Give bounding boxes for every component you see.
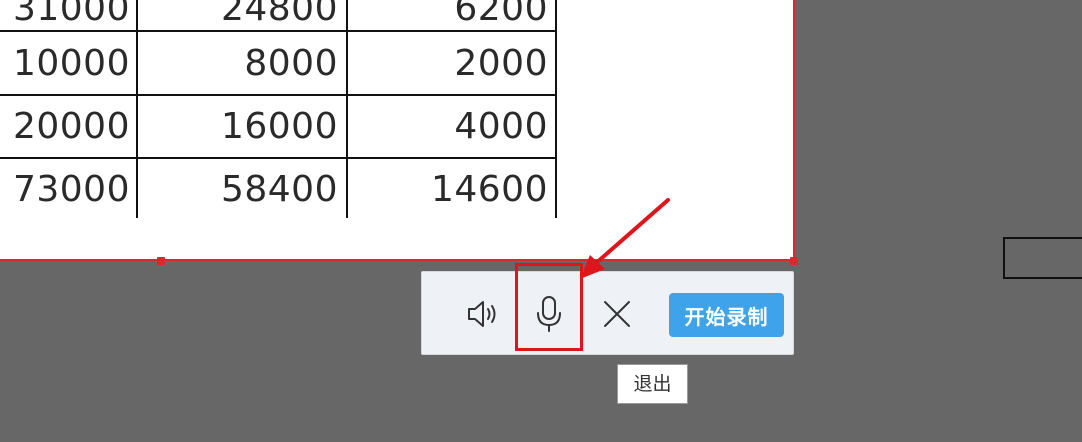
table-cell: 4000 xyxy=(454,106,548,147)
table-cell: 20000 xyxy=(12,106,130,147)
start-recording-button[interactable]: 开始录制 xyxy=(669,293,784,337)
recording-toolbar: 开始录制 xyxy=(421,271,794,355)
table-gridline xyxy=(136,0,138,218)
capture-region[interactable]: 31000 24800 6200 10000 8000 2000 20000 1… xyxy=(0,0,795,261)
speaker-icon xyxy=(468,301,496,327)
table-cell: 10000 xyxy=(12,43,130,84)
table-cell: 58400 xyxy=(220,169,338,210)
table-gridline xyxy=(555,0,557,218)
mic-highlight-box xyxy=(515,263,583,351)
table-cell: 73000 xyxy=(12,169,130,210)
partial-rectangle xyxy=(1003,237,1082,279)
resize-handle-bottom-middle[interactable] xyxy=(157,257,165,265)
table-cell: 2000 xyxy=(454,43,548,84)
close-button[interactable] xyxy=(597,272,637,356)
table-cell: 16000 xyxy=(220,106,338,147)
tooltip: 退出 xyxy=(617,364,688,404)
table-cell: 14600 xyxy=(430,169,548,210)
close-icon xyxy=(604,301,630,327)
table-gridline xyxy=(346,0,348,218)
resize-handle-bottom-right[interactable] xyxy=(790,257,798,265)
speaker-button[interactable] xyxy=(460,272,506,356)
table-cell: 8000 xyxy=(244,43,338,84)
